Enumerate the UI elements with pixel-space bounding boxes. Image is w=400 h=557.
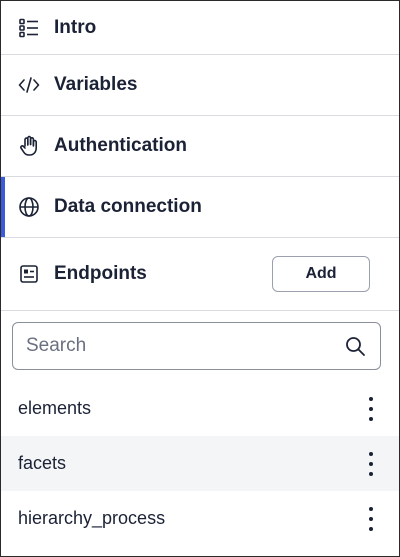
endpoint-list: elements facets hierarchy_process: [1, 381, 399, 546]
list-item[interactable]: elements: [1, 381, 399, 436]
add-endpoint-button[interactable]: Add: [272, 256, 370, 292]
list-item[interactable]: facets: [1, 436, 399, 491]
list-item-name: hierarchy_process: [18, 508, 166, 528]
sidebar-panel: Intro Variables Authentication Data conn…: [0, 0, 400, 557]
list-icon: [18, 17, 40, 39]
code-icon: [18, 74, 40, 96]
endpoints-header: Endpoints Add: [1, 238, 399, 310]
endpoints-title: Endpoints: [54, 263, 147, 284]
nav-item-label: Authentication: [54, 135, 187, 156]
nav-item-data-connection[interactable]: Data connection: [1, 177, 399, 238]
more-options-icon[interactable]: [367, 506, 375, 531]
nav-item-authentication[interactable]: Authentication: [1, 116, 399, 177]
nav-item-label: Variables: [54, 74, 138, 95]
globe-icon: [18, 196, 40, 218]
list-item[interactable]: hierarchy_process: [1, 491, 399, 546]
more-options-icon[interactable]: [367, 451, 375, 476]
list-item-name: facets: [18, 453, 67, 473]
search-input[interactable]: [13, 323, 380, 369]
more-options-icon[interactable]: [367, 396, 375, 421]
hand-icon: [18, 135, 40, 157]
nav-item-variables[interactable]: Variables: [1, 55, 399, 116]
nav-item-label: Intro: [54, 16, 97, 38]
nav-item-intro[interactable]: Intro: [1, 1, 399, 55]
search-icon[interactable]: [344, 335, 366, 357]
search-box: [12, 322, 381, 370]
nav-item-label: Data connection: [54, 196, 202, 217]
search-container: [1, 311, 399, 370]
list-item-name: elements: [18, 398, 92, 418]
layout-icon: [18, 263, 40, 285]
